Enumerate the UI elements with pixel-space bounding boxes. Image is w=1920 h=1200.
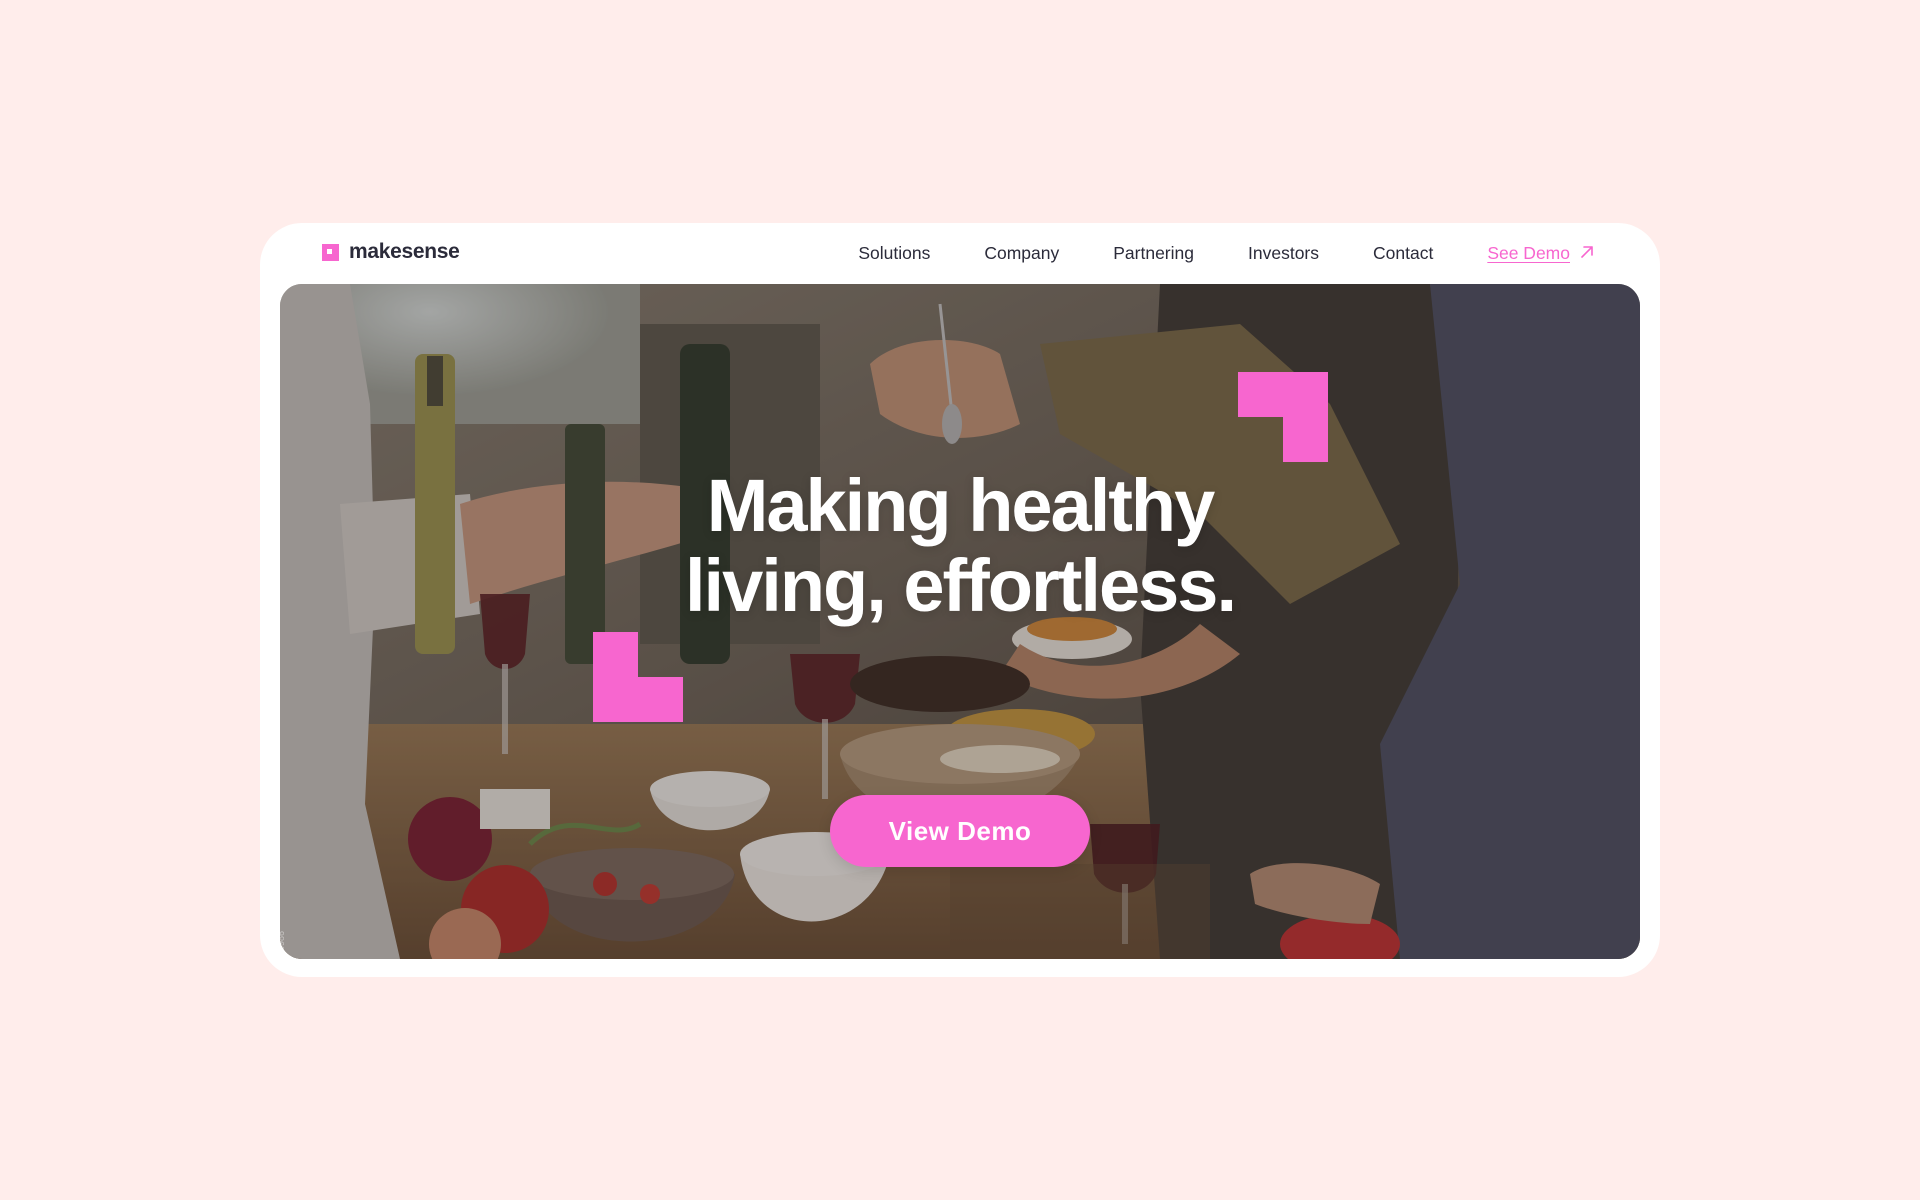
logo-text: makesense: [349, 240, 460, 263]
nav-item-investors[interactable]: Investors: [1248, 243, 1319, 264]
hero-section: Making healthy living, effortless. View …: [280, 284, 1640, 959]
logo[interactable]: makesense: [322, 239, 460, 265]
image-credit: 5986: [280, 930, 286, 951]
view-demo-button[interactable]: View Demo: [830, 795, 1090, 867]
nav-item-partnering[interactable]: Partnering: [1113, 243, 1194, 264]
nav-links: Solutions Company Partnering Investors C…: [858, 223, 1594, 283]
nav-item-company[interactable]: Company: [984, 243, 1059, 264]
nav-item-solutions[interactable]: Solutions: [858, 243, 930, 264]
see-demo-link[interactable]: See Demo: [1487, 243, 1594, 264]
hero-headline-line-2: living, effortless.: [684, 544, 1237, 627]
see-demo-label: See Demo: [1487, 242, 1570, 263]
arrow-up-right-icon: [1580, 243, 1594, 264]
decorative-corner-top-right: [1238, 372, 1328, 462]
hero-headline: Making healthy living, effortless.: [280, 466, 1640, 626]
browser-card: makesense Solutions Company Partnering I…: [260, 223, 1660, 977]
top-navigation: makesense Solutions Company Partnering I…: [260, 223, 1660, 283]
hero-headline-line-1: Making healthy: [706, 464, 1216, 547]
nav-item-contact[interactable]: Contact: [1373, 243, 1433, 264]
decorative-corner-bottom-left: [593, 632, 683, 722]
logo-mark-icon: [322, 243, 339, 261]
